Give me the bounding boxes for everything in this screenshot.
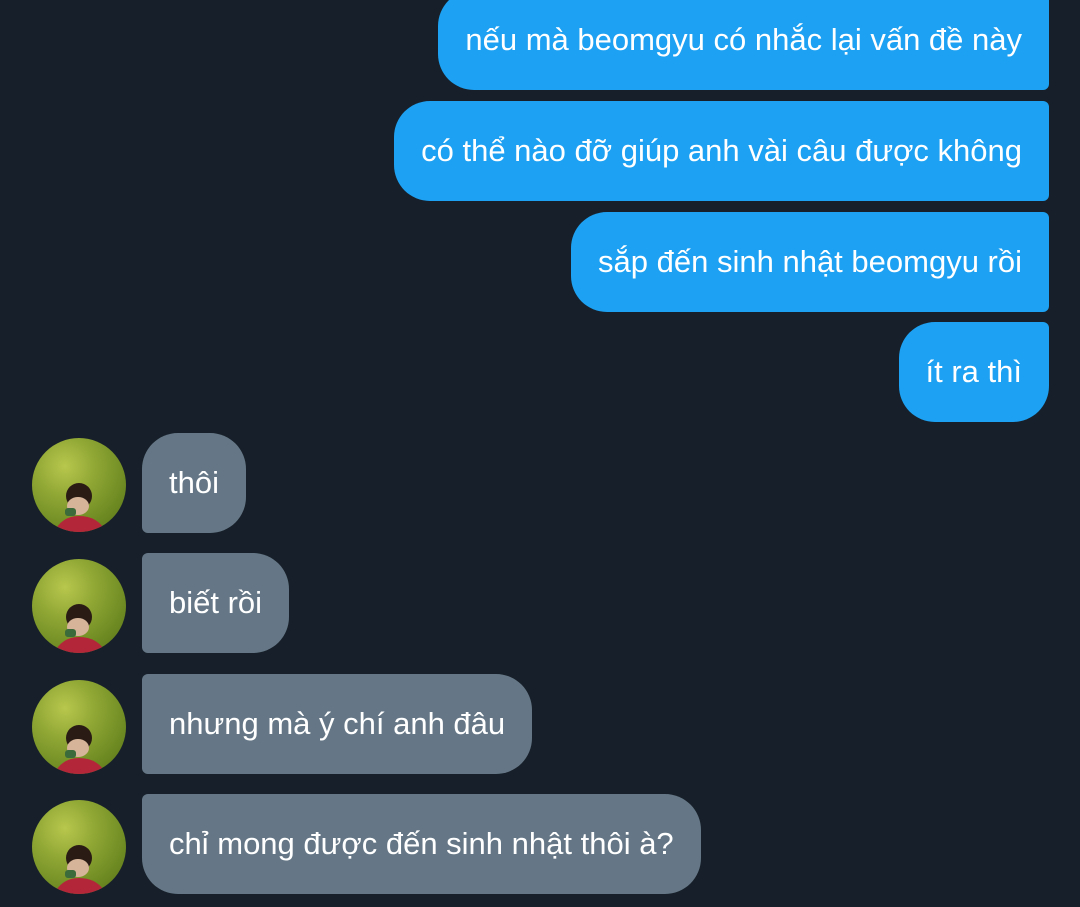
avatar-photo-icon xyxy=(54,845,106,894)
received-message[interactable]: biết rồi xyxy=(142,553,290,653)
message-text: nếu mà beomgyu có nhắc lại vấn đề này xyxy=(465,22,1022,57)
received-message[interactable]: chỉ mong được đến sinh nhật thôi à? xyxy=(142,794,701,894)
sender-avatar[interactable] xyxy=(32,438,126,532)
message-text: nhưng mà ý chí anh đâu xyxy=(169,706,506,741)
sender-avatar[interactable] xyxy=(32,559,126,653)
message-text: sắp đến sinh nhật beomgyu rồi xyxy=(598,244,1022,279)
message-text: thôi xyxy=(169,465,219,500)
sender-avatar[interactable] xyxy=(32,800,126,894)
avatar-photo-icon xyxy=(54,604,106,653)
message-text: biết rồi xyxy=(169,585,263,620)
avatar-photo-icon xyxy=(54,725,106,774)
sent-message[interactable]: ít ra thì xyxy=(898,322,1049,422)
sent-message[interactable]: sắp đến sinh nhật beomgyu rồi xyxy=(571,212,1049,312)
chat-thread: nếu mà beomgyu có nhắc lại vấn đề này có… xyxy=(0,0,1080,907)
sent-message[interactable]: có thể nào đỡ giúp anh vài câu được khôn… xyxy=(394,101,1049,201)
message-text: có thể nào đỡ giúp anh vài câu được khôn… xyxy=(421,133,1022,168)
message-text: chỉ mong được đến sinh nhật thôi à? xyxy=(169,826,674,861)
received-message[interactable]: thôi xyxy=(142,433,246,533)
received-message[interactable]: nhưng mà ý chí anh đâu xyxy=(142,674,533,774)
sender-avatar[interactable] xyxy=(32,680,126,774)
message-text: ít ra thì xyxy=(925,354,1022,389)
avatar-photo-icon xyxy=(54,483,106,532)
sent-message[interactable]: nếu mà beomgyu có nhắc lại vấn đề này xyxy=(438,0,1049,90)
